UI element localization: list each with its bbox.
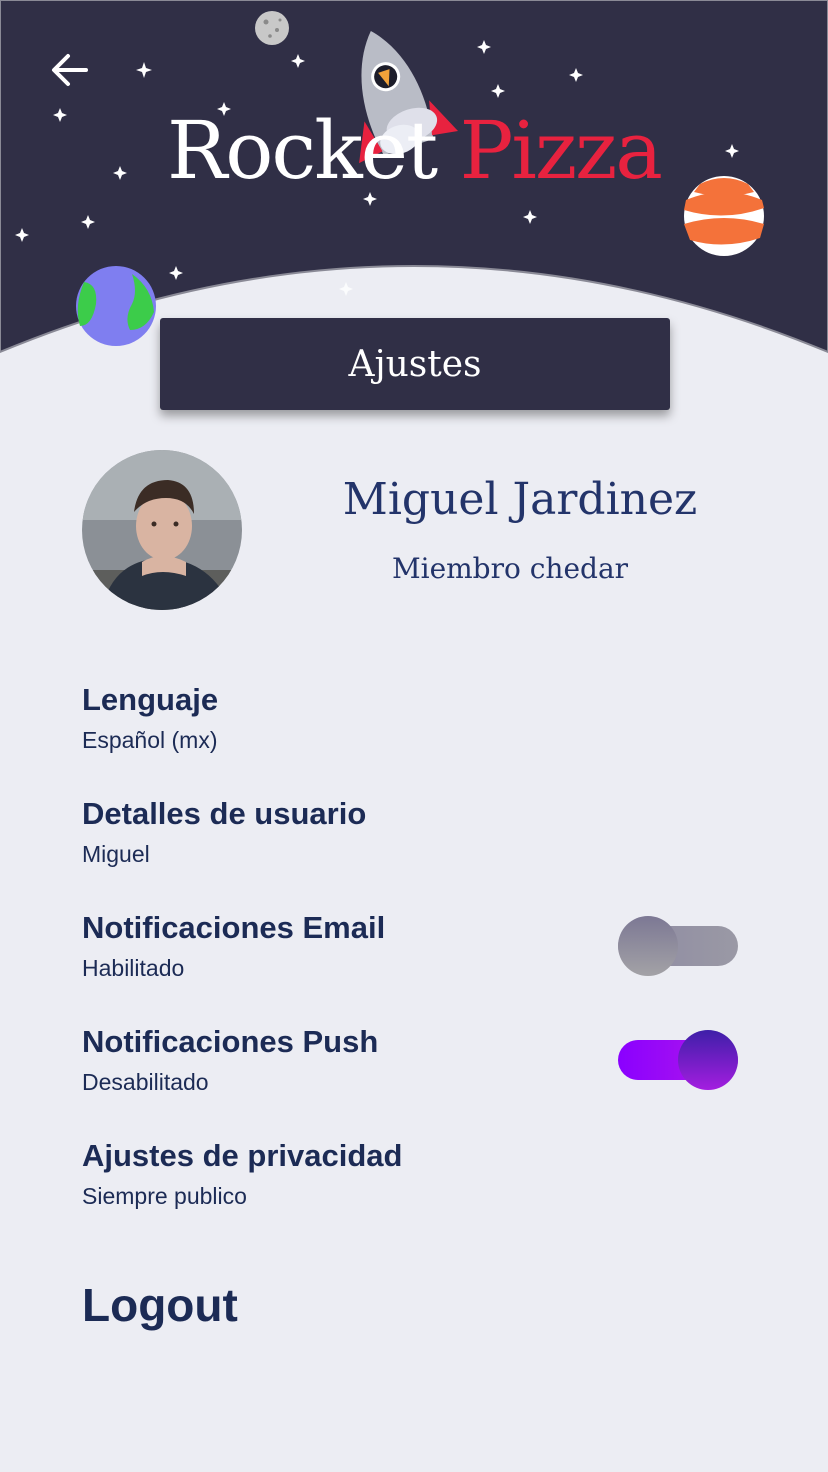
back-button[interactable]: [48, 48, 92, 92]
setting-value: Siempre publico: [82, 1183, 247, 1209]
profile-tier: Miembro chedar: [391, 552, 629, 585]
app-title: Rocket Pizza: [0, 108, 828, 194]
earth-planet-icon: [76, 266, 156, 346]
avatar-photo: [82, 450, 242, 610]
setting-push-notifications: Notificaciones Push Desabilitado: [82, 1024, 702, 1096]
setting-language[interactable]: Lenguaje Español (mx): [82, 682, 702, 754]
app-title-word1: Rocket: [166, 104, 438, 197]
setting-value: Habilitado: [82, 955, 185, 981]
setting-label: Notificaciones Push: [82, 1024, 379, 1059]
setting-privacy[interactable]: Ajustes de privacidad Siempre publico: [82, 1138, 702, 1210]
section-title-banner: Ajustes: [160, 318, 670, 410]
setting-value: Desabilitado: [82, 1069, 209, 1095]
push-notifications-toggle[interactable]: [618, 1030, 738, 1090]
setting-user-details[interactable]: Detalles de usuario Miguel: [82, 796, 702, 868]
setting-value: Español (mx): [82, 727, 218, 753]
toggle-knob: [618, 916, 678, 976]
setting-email-notifications: Notificaciones Email Habilitado: [82, 910, 702, 982]
moon-icon: [255, 11, 289, 45]
section-title: Ajustes: [348, 343, 482, 385]
setting-label: Lenguaje: [82, 682, 219, 717]
toggle-knob: [678, 1030, 738, 1090]
logout-button[interactable]: Logout: [82, 1278, 238, 1332]
back-arrow-icon: [52, 54, 88, 86]
setting-value: Miguel: [82, 841, 150, 867]
setting-label: Notificaciones Email: [82, 910, 386, 945]
profile-name: Miguel Jardinez: [342, 474, 698, 525]
app-title-word2: Pizza: [459, 104, 663, 197]
avatar[interactable]: [82, 450, 242, 610]
setting-label: Detalles de usuario: [82, 796, 367, 831]
setting-label: Ajustes de privacidad: [82, 1138, 403, 1173]
email-notifications-toggle[interactable]: [618, 916, 738, 976]
